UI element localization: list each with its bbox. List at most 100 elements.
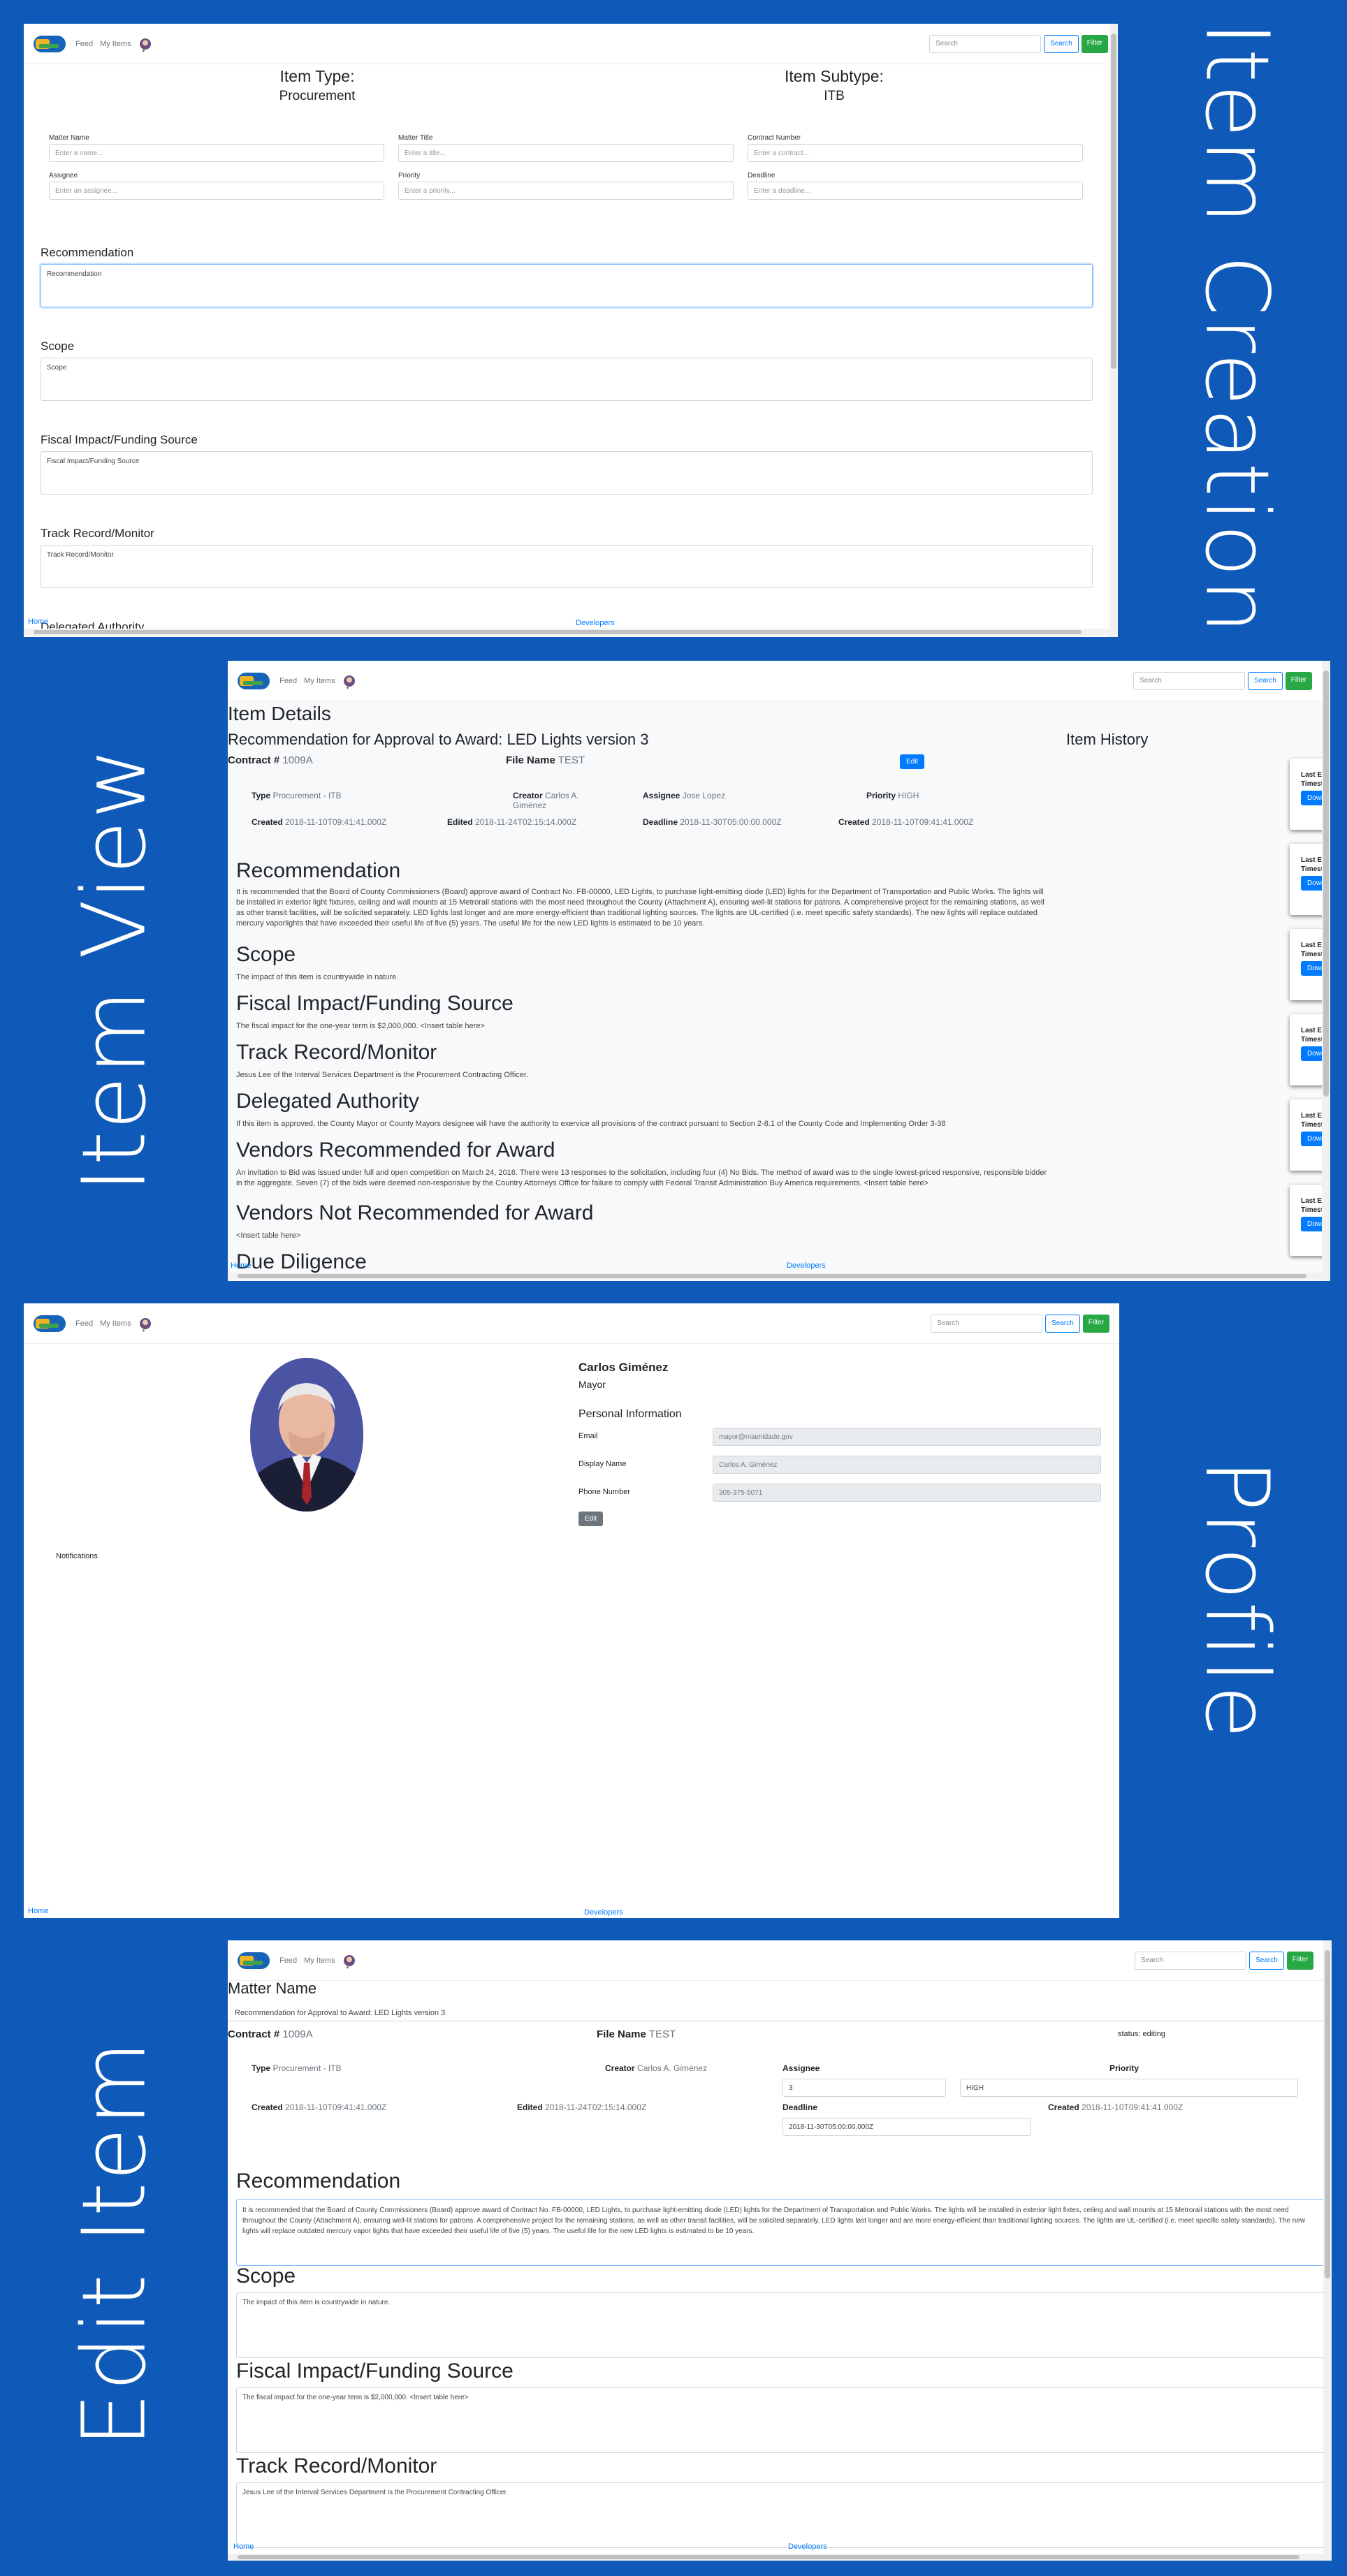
- delegated-authority-text: If this item is approved, the County May…: [236, 1120, 946, 1128]
- search-input[interactable]: Search: [1135, 1952, 1247, 1970]
- item-creator: Creator Carlos A. Giménez: [605, 2063, 708, 2073]
- navbar: Feed My Items Search Search Filter: [228, 1940, 1332, 1981]
- item-subtype-value: ITB: [824, 89, 845, 103]
- footer-developers-link[interactable]: Developers: [788, 2542, 827, 2551]
- search-input[interactable]: Search: [1133, 672, 1246, 690]
- track-record-textarea[interactable]: Jesus Lee of the Interval Services Depar…: [236, 2482, 1326, 2548]
- edit-status: status: editing: [1118, 2030, 1165, 2038]
- matter-name-input[interactable]: Enter a name...: [49, 144, 384, 162]
- avatar[interactable]: [343, 1954, 355, 1970]
- vendors-not-recommended-heading: Vendors Not Recommended for Award: [236, 1201, 594, 1224]
- vertical-scrollbar[interactable]: [1109, 24, 1118, 637]
- profile-label: Profile: [1186, 1458, 1288, 1741]
- search-button[interactable]: Search: [1045, 1315, 1080, 1333]
- search-button[interactable]: Search: [1249, 1952, 1284, 1970]
- assignee-label: Assignee: [49, 172, 78, 180]
- avatar[interactable]: [139, 38, 151, 54]
- filter-button[interactable]: Filter: [1285, 672, 1312, 690]
- nav-feed[interactable]: Feed: [279, 677, 297, 685]
- profile-photo: [250, 1358, 363, 1512]
- scope-heading: Scope: [41, 339, 75, 353]
- page-title: Item Details: [228, 703, 331, 724]
- filter-button[interactable]: Filter: [1082, 1315, 1109, 1333]
- matter-name-input[interactable]: Recommendation for Approval to Award: LE…: [228, 2005, 1323, 2021]
- scope-textarea[interactable]: The impact of this item is countrywide i…: [236, 2292, 1326, 2358]
- recommendation-textarea[interactable]: It is recommended that the Board of Coun…: [236, 2199, 1326, 2266]
- item-priority: Priority HIGH: [866, 791, 919, 800]
- scope-heading: Scope: [236, 2264, 296, 2288]
- avatar[interactable]: [139, 1317, 151, 1333]
- matter-title-input[interactable]: Enter a title...: [398, 144, 734, 162]
- contract-number: Contract # 1009A: [228, 2028, 313, 2040]
- matter-name-label: Matter Name: [49, 134, 89, 142]
- nav-my-items[interactable]: My Items: [100, 40, 131, 48]
- track-record-textarea[interactable]: Track Record/Monitor: [41, 545, 1093, 588]
- footer-home-link[interactable]: Home: [233, 2542, 254, 2551]
- phone-field[interactable]: 305-375-5071: [713, 1484, 1101, 1502]
- priority-input[interactable]: HIGH: [960, 2079, 1298, 2097]
- filter-button[interactable]: Filter: [1286, 1952, 1313, 1970]
- track-record-heading: Track Record/Monitor: [236, 2454, 437, 2478]
- filter-button[interactable]: Filter: [1081, 35, 1108, 53]
- deadline-label: Deadline: [748, 172, 776, 180]
- edit-button[interactable]: Edit: [900, 754, 925, 769]
- fiscal-impact-textarea[interactable]: Fiscal Impact/Funding Source: [41, 451, 1093, 495]
- search-input[interactable]: Search: [931, 1315, 1043, 1333]
- contract-number-input[interactable]: Enter a contract...: [748, 144, 1083, 162]
- nav-my-items[interactable]: My Items: [100, 1319, 131, 1328]
- scope-heading: Scope: [236, 943, 296, 966]
- fiscal-impact-textarea[interactable]: The fiscal impact for the one-year term …: [236, 2387, 1326, 2453]
- item-created-2: Created 2018-11-10T09:41:41.000Z: [838, 817, 974, 827]
- horizontal-scrollbar[interactable]: [24, 629, 1109, 636]
- profile-role: Mayor: [578, 1379, 606, 1390]
- vertical-scrollbar[interactable]: [1323, 1940, 1332, 2561]
- item-type-label: Item Type:: [279, 67, 355, 85]
- search-button[interactable]: Search: [1248, 672, 1283, 690]
- item-edited: Edited 2018-11-24T02:15:14.000Z: [517, 2102, 647, 2112]
- nav-feed[interactable]: Feed: [279, 1956, 297, 1965]
- item-type: Type Procurement - ITB: [252, 791, 342, 800]
- deadline-input[interactable]: 2018-11-30T05:00:00.000Z: [782, 2118, 1031, 2136]
- fiscal-impact-text: The fiscal impact for the one-year term …: [236, 1022, 485, 1030]
- assignee-input[interactable]: Enter an assignee...: [49, 182, 384, 200]
- item-type: Type Procurement - ITB: [252, 2063, 342, 2073]
- fiscal-impact-heading: Fiscal Impact/Funding Source: [236, 2359, 514, 2383]
- priority-input[interactable]: Enter a priority...: [398, 182, 734, 200]
- item-creation-label: Item Creation: [1186, 21, 1288, 636]
- display-name-field[interactable]: Carlos A. Giménez: [713, 1456, 1101, 1474]
- file-name: File Name TEST: [597, 2028, 676, 2040]
- recommendation-text: It is recommended that the Board of Coun…: [236, 888, 1044, 928]
- vertical-scrollbar[interactable]: [1322, 661, 1330, 1281]
- fiscal-impact-heading: Fiscal Impact/Funding Source: [236, 992, 514, 1015]
- footer-developers-link[interactable]: Developers: [576, 619, 615, 627]
- deadline-input[interactable]: Enter a deadline...: [748, 182, 1083, 200]
- nav-feed[interactable]: Feed: [75, 40, 93, 48]
- footer-developers-link[interactable]: Developers: [787, 1261, 826, 1270]
- item-view-label: Item View: [64, 746, 166, 1193]
- footer-home-link[interactable]: Home: [28, 1907, 48, 1915]
- edit-item-panel: Feed My Items Search Search Filter Matte…: [228, 1940, 1332, 2561]
- email-field[interactable]: mayor@miamidade.gov: [713, 1428, 1101, 1446]
- recommendation-textarea[interactable]: Recommendation: [41, 264, 1093, 307]
- scope-textarea[interactable]: Scope: [41, 358, 1093, 401]
- footer-home-link[interactable]: Home: [28, 617, 48, 626]
- profile-edit-button[interactable]: Edit: [578, 1512, 604, 1526]
- search-button[interactable]: Search: [1044, 35, 1079, 53]
- edit-item-label: Edit Item: [64, 2039, 166, 2448]
- email-label: Email: [578, 1432, 598, 1440]
- assignee-input[interactable]: 3: [782, 2079, 946, 2097]
- item-history-title: Item History: [1066, 731, 1149, 748]
- horizontal-scrollbar[interactable]: [228, 1273, 1322, 1280]
- navbar: Feed My Items Search Search Filter: [228, 661, 1330, 701]
- footer-home-link[interactable]: Home: [231, 1261, 251, 1270]
- avatar[interactable]: [343, 675, 355, 691]
- nav-my-items[interactable]: My Items: [304, 1956, 335, 1965]
- footer-developers-link[interactable]: Developers: [584, 1908, 623, 1917]
- horizontal-scrollbar[interactable]: [228, 2554, 1323, 2561]
- nav-feed[interactable]: Feed: [75, 1319, 93, 1328]
- track-record-heading: Track Record/Monitor: [236, 1041, 437, 1064]
- due-diligence-heading: Due Diligence: [236, 1250, 367, 1273]
- nav-my-items[interactable]: My Items: [304, 677, 335, 685]
- navbar: Feed My Items Search Search Filter: [24, 24, 1118, 64]
- search-input[interactable]: Search: [929, 35, 1042, 53]
